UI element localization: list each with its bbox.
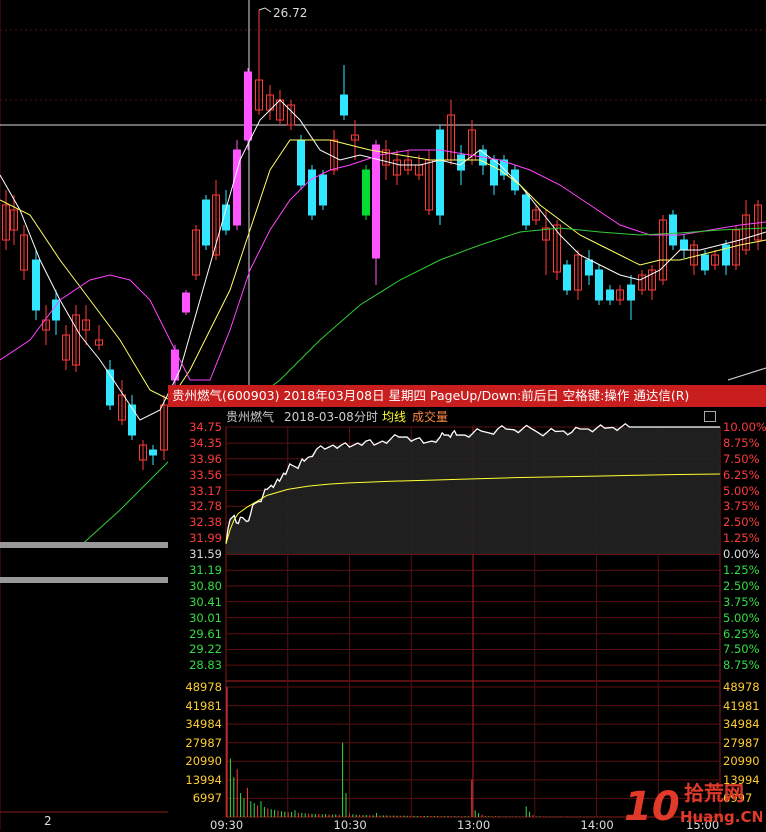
candle-body-34 [362, 169, 370, 216]
stock-name: 贵州燃气 [226, 410, 275, 424]
moving-average-0 [0, 99, 766, 421]
volume-tick-label: 27987 [185, 735, 222, 750]
intraday-chart [225, 422, 721, 818]
time-tick-label: 10:30 [333, 818, 367, 832]
site-logo: 10 拾荒网 Huang.CN [624, 781, 762, 830]
price-tick-label: 29.22 [189, 642, 222, 657]
candle-body-29 [308, 169, 316, 216]
moving-average-2 [0, 149, 766, 381]
candle-body-59 [627, 284, 635, 301]
candle-body-14 [149, 449, 157, 456]
popup-header: 贵州燃气 2018-03-08 分时 均线 成交量 [168, 407, 766, 427]
volume-legend: 成交量 [412, 410, 449, 424]
price-tick-label: 31.59 [189, 547, 222, 562]
pct-tick-label: 5.00% [723, 610, 760, 625]
pct-tick-label: 1.25% [723, 531, 760, 546]
candle-body-19 [202, 199, 210, 246]
pct-tick-label: 0.00% [723, 547, 760, 562]
candle-body-56 [595, 269, 603, 301]
pct-tick-label: 7.50% [723, 451, 760, 466]
volume-tick-label-right: 20990 [723, 754, 760, 769]
volume-tick-label: 48978 [185, 680, 222, 694]
pct-tick-label: 3.75% [723, 499, 760, 514]
ma-tail [727, 367, 766, 381]
candle-body-41 [436, 129, 444, 216]
pct-tick-label: 7.50% [723, 642, 760, 657]
volume-tick-label-right: 27987 [723, 735, 760, 750]
peak-label: 26.72 [273, 6, 307, 20]
svg-text:10: 10 [624, 784, 680, 830]
chart-mode: 分时 [354, 410, 379, 424]
price-tick-label: 34.75 [189, 420, 222, 434]
price-tick-label: 32.78 [189, 499, 222, 514]
gray-band-top [0, 542, 168, 548]
popup-title-bar[interactable]: 贵州燃气(600903) 2018年03月08日 星期四 PageUp/Down… [168, 385, 766, 407]
pct-tick-label: 6.25% [723, 626, 760, 641]
pct-tick-label: 1.25% [723, 563, 760, 578]
svg-text:拾荒网: 拾荒网 [684, 781, 744, 805]
pct-tick-label: 10.00% [723, 420, 766, 434]
price-tick-label: 30.41 [189, 594, 222, 609]
candle-body-55 [585, 259, 593, 276]
price-tick-label: 28.83 [189, 658, 222, 673]
gray-band-bottom [0, 577, 168, 583]
candle-body-32 [340, 94, 348, 116]
candle-body-12 [128, 404, 136, 436]
peak-marker [258, 7, 272, 13]
price-tick-label: 33.17 [189, 483, 222, 498]
price-tick-label: 30.01 [189, 610, 222, 625]
pct-tick-label: 8.75% [723, 658, 760, 673]
pct-tick-label: 5.00% [723, 483, 760, 498]
candle-body-28 [297, 139, 305, 186]
candle-body-66 [701, 254, 709, 271]
candle-body-49 [522, 194, 530, 226]
price-tick-label: 30.80 [189, 578, 222, 593]
pct-tick-label: 2.50% [723, 578, 760, 593]
intraday-popup[interactable]: 贵州燃气(600903) 2018年03月08日 星期四 PageUp/Down… [168, 385, 766, 832]
price-tick-label: 34.35 [189, 436, 222, 451]
pct-tick-label: 8.75% [723, 436, 760, 451]
price-tick-label: 31.19 [189, 563, 222, 578]
time-tick-label: 13:00 [457, 818, 491, 832]
pct-tick-label: 6.25% [723, 467, 760, 482]
candle-body-64 [680, 239, 688, 251]
volume-tick-label: 13994 [185, 772, 222, 787]
candle-body-30 [319, 174, 327, 206]
price-tick-label: 31.99 [189, 531, 222, 546]
svg-text:Huang.CN: Huang.CN [680, 808, 762, 826]
volume-tick-label: 34984 [185, 717, 222, 732]
price-tick-label: 33.56 [189, 467, 222, 482]
volume-tick-label-right: 34984 [723, 717, 760, 732]
kline-annotation: 2 [44, 814, 52, 828]
candle-body-23 [244, 71, 252, 141]
volume-tick-label-right: 41981 [723, 698, 760, 713]
candle-body-3 [32, 259, 40, 311]
candle-body-63 [669, 214, 677, 246]
candle-body-35 [372, 144, 380, 259]
price-tick-label: 32.38 [189, 515, 222, 530]
volume-tick-label: 41981 [185, 698, 222, 713]
price-tick-label: 33.96 [189, 451, 222, 466]
candle-body-57 [606, 289, 614, 301]
volume-tick-label: 6997 [192, 791, 222, 806]
time-tick-label: 09:30 [210, 818, 244, 832]
candle-body-46 [490, 159, 498, 186]
pct-tick-label: 3.75% [723, 594, 760, 609]
price-tick-label: 29.61 [189, 626, 222, 641]
volume-tick-label-right: 48978 [723, 680, 760, 694]
candle-body-17 [182, 292, 190, 313]
time-tick-label: 14:00 [580, 818, 614, 832]
price-area [226, 427, 720, 555]
window-toggle-button[interactable] [704, 411, 716, 422]
candle-body-53 [563, 264, 571, 291]
avg-legend: 均线 [382, 410, 407, 424]
chart-date: 2018-03-08 [284, 410, 354, 424]
candle-body-5 [52, 299, 60, 321]
pct-tick-label: 2.50% [723, 515, 760, 530]
volume-tick-label: 20990 [185, 754, 222, 769]
